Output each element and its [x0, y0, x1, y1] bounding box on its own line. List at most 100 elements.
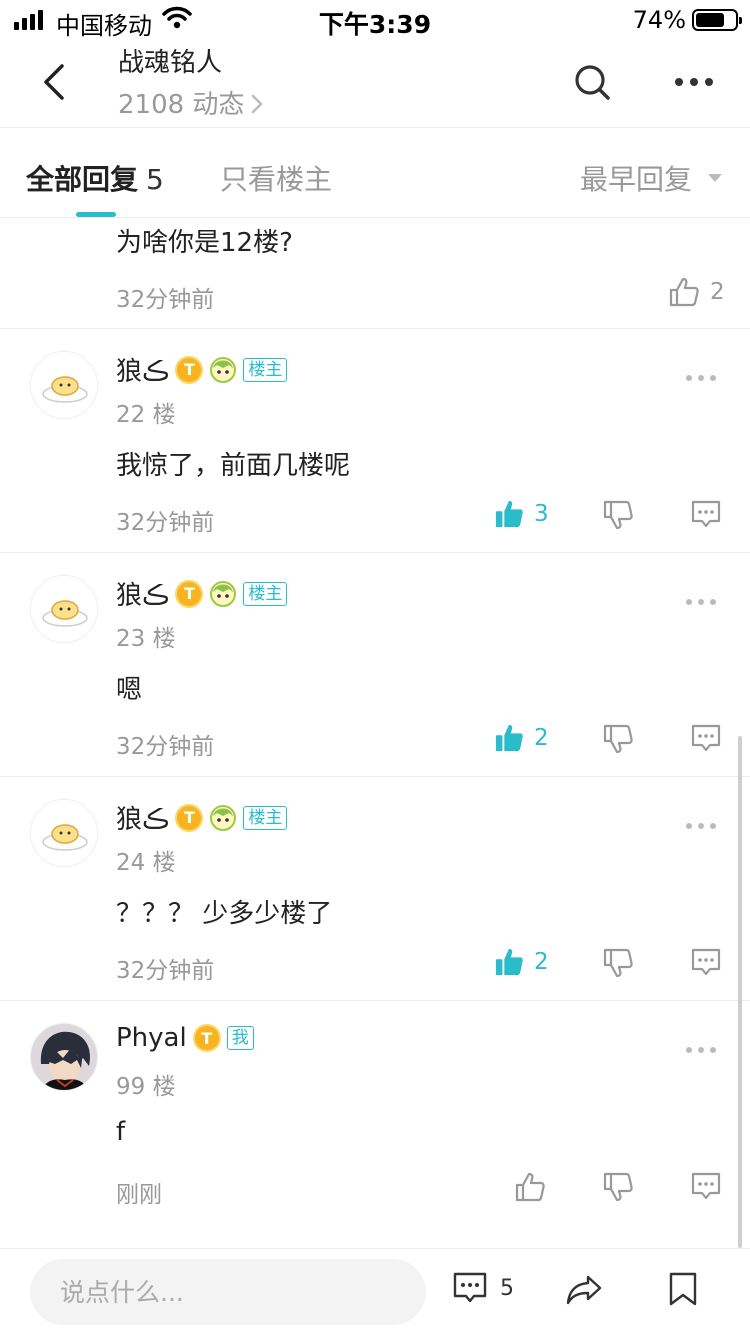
like-button[interactable]: 2: [668, 276, 725, 308]
tab-all-label: 全部回复: [26, 163, 139, 196]
me-badge: 我: [226, 1026, 254, 1050]
page-title: 战魂铭人: [118, 48, 223, 78]
user-name-row: 狼ڪ T 楼主: [116, 575, 288, 612]
character-badge-icon: [210, 804, 237, 831]
avatar[interactable]: [30, 575, 98, 643]
tab-all-replies[interactable]: 全部回复 5: [26, 158, 164, 198]
share-icon[interactable]: [564, 1273, 604, 1307]
status-bar: 中国移动 下午3:39 74%: [0, 0, 750, 40]
like-count: 2: [534, 949, 549, 975]
search-icon[interactable]: [572, 62, 612, 102]
thumbs-up-filled-icon: [495, 724, 523, 752]
comment-input[interactable]: [30, 1259, 426, 1325]
level-badge: T: [175, 803, 204, 832]
scrollbar[interactable]: [738, 736, 742, 1248]
owner-badge: 楼主: [243, 581, 288, 606]
post-more-icon[interactable]: [684, 1043, 718, 1057]
like-button[interactable]: 3: [494, 499, 549, 529]
reply-time: 32分钟前: [116, 734, 215, 760]
reply-content: 为啥你是12楼?: [116, 228, 293, 258]
avatar-egg-image: [31, 800, 97, 866]
comments-count: 5: [500, 1275, 514, 1301]
owner-badge: 楼主: [243, 805, 288, 830]
thumbs-up-filled-icon: [495, 500, 523, 528]
reply-time: 刚刚: [116, 1182, 162, 1208]
reply-time: 32分钟前: [116, 958, 215, 984]
reply-content: 嗯: [116, 675, 143, 705]
bookmark-icon[interactable]: [668, 1271, 698, 1307]
post-more-icon[interactable]: [684, 371, 718, 385]
thumbs-down-icon[interactable]: [602, 499, 634, 531]
comment-icon: [453, 1272, 487, 1303]
avatar-egg-image: [31, 576, 97, 642]
reply-item: 狼ڪ T 楼主 23 楼 嗯 32分钟前 2: [0, 553, 750, 777]
chevron-right-icon: [252, 94, 264, 113]
character-badge-icon: [210, 356, 237, 383]
battery-icon: [692, 9, 742, 31]
reply-item: 狼ڪ T 楼主 22 楼 我惊了，前面几楼呢 32分钟前 3: [0, 329, 750, 553]
reply-time: 32分钟前: [116, 510, 215, 536]
reply-item: Phyal T 我 99 楼 f 刚刚: [0, 1001, 750, 1248]
user-name-row: Phyal T 我: [116, 1023, 254, 1053]
reply-tabs: 全部回复 5 只看楼主 最早回复: [0, 128, 750, 218]
user-name[interactable]: 狼ڪ: [116, 351, 169, 388]
floor-number: 22 楼: [116, 402, 176, 428]
bottom-action-bar: 5: [0, 1248, 750, 1334]
reply-item: 狼ڪ T 楼主 24 楼 ？？？ 少多少楼了 32分钟前 2: [0, 777, 750, 1001]
thumbs-up-icon[interactable]: [514, 1171, 546, 1203]
activity-count: 2108 动态: [118, 90, 245, 120]
avatar[interactable]: [30, 799, 98, 867]
reply-time: 32分钟前: [116, 287, 215, 313]
comment-icon[interactable]: [690, 1171, 722, 1201]
more-icon[interactable]: [672, 66, 716, 98]
like-button[interactable]: 2: [494, 723, 549, 753]
character-badge-icon: [210, 580, 237, 607]
reply-count: 5: [146, 163, 164, 196]
sort-dropdown[interactable]: 最早回复: [580, 158, 724, 198]
user-name-row: 狼ڪ T 楼主: [116, 351, 288, 388]
like-count: 2: [534, 725, 549, 751]
reply-item: 为啥你是12楼? 32分钟前 2: [0, 218, 750, 329]
reply-content: f: [116, 1117, 126, 1147]
tab-owner-only[interactable]: 只看楼主: [220, 158, 332, 198]
thumbs-down-icon[interactable]: [602, 947, 634, 979]
reply-content: 我惊了，前面几楼呢: [116, 451, 351, 481]
user-name[interactable]: 狼ڪ: [116, 575, 169, 612]
floor-number: 23 楼: [116, 626, 176, 652]
activity-count-link[interactable]: 2108 动态: [118, 84, 264, 121]
post-more-icon[interactable]: [684, 595, 718, 609]
back-icon[interactable]: [36, 60, 76, 104]
floor-number: 99 楼: [116, 1074, 176, 1100]
reply-content: ？？？ 少多少楼了: [116, 899, 333, 929]
avatar[interactable]: [30, 1023, 98, 1091]
thumbs-down-icon[interactable]: [602, 1171, 634, 1203]
owner-badge: 楼主: [243, 357, 288, 382]
avatar-egg-image: [31, 352, 97, 418]
comment-icon[interactable]: [690, 947, 722, 977]
user-name-row: 狼ڪ T 楼主: [116, 799, 288, 836]
battery-percent: 74%: [632, 6, 686, 34]
floor-number: 24 楼: [116, 850, 176, 876]
comments-button[interactable]: 5: [452, 1271, 514, 1305]
like-count: 2: [710, 279, 725, 305]
avatar-portrait-image: [31, 1024, 97, 1090]
sort-label: 最早回复: [579, 163, 692, 196]
thumbs-up-icon: [669, 277, 699, 307]
comment-icon[interactable]: [690, 499, 722, 529]
header: 战魂铭人 2108 动态: [0, 40, 750, 128]
user-name[interactable]: 狼ڪ: [116, 799, 169, 836]
level-badge: T: [175, 579, 204, 608]
active-tab-indicator: [76, 212, 116, 217]
reply-list: 为啥你是12楼? 32分钟前 2 狼ڪ T 楼主 22 楼 我惊了，前面几楼呢 …: [0, 218, 750, 1248]
like-count: 3: [534, 501, 549, 527]
caret-down-icon: [708, 174, 722, 182]
level-badge: T: [175, 355, 204, 384]
user-name[interactable]: Phyal: [116, 1023, 187, 1053]
thumbs-down-icon[interactable]: [602, 723, 634, 755]
comment-icon[interactable]: [690, 723, 722, 753]
avatar[interactable]: [30, 351, 98, 419]
post-more-icon[interactable]: [684, 819, 718, 833]
like-button[interactable]: 2: [494, 947, 549, 977]
level-badge: T: [192, 1024, 221, 1052]
thumbs-up-filled-icon: [495, 948, 523, 976]
